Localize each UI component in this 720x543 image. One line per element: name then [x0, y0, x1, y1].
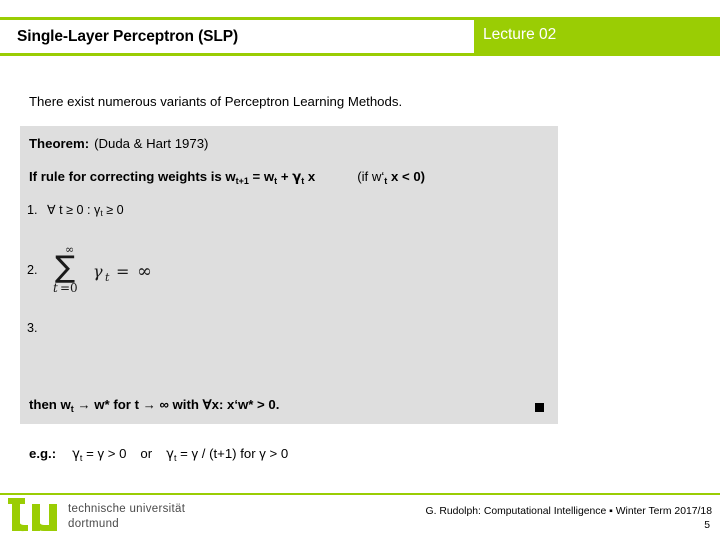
correction-rule-line: If rule for correcting weights is wt+1 =…: [29, 169, 426, 186]
rule-condition: (if w‘: [357, 169, 385, 184]
item-1-subscript: t: [100, 208, 103, 219]
rule-gamma-symbol: γ: [292, 170, 302, 185]
rule-subscript-t-b: t: [301, 175, 305, 186]
item-1-number: 1.: [27, 203, 38, 217]
theorem-item-1: 1. ∀ t ≥ 0 : γt ≥ 0: [27, 202, 124, 219]
logo-line-2: dortmund: [68, 518, 119, 530]
summation-formula-image: ∞ ∑ t =0 γ t = ∞: [47, 239, 197, 298]
footer-rule: [0, 493, 720, 495]
item-1-tail: ≥ 0: [102, 203, 124, 217]
example-line: e.g.: γt = γ > 0 or γt = γ / (t+1) for γ > …: [29, 446, 289, 463]
theorem-citation: (Duda & Hart 1973): [94, 136, 209, 151]
rule-subscript-t-a: t: [274, 175, 278, 186]
svg-text:∑: ∑: [55, 250, 75, 285]
example-second-gamma: γ: [166, 447, 174, 462]
theorem-item-3: 3.: [27, 321, 47, 335]
svg-text:∞: ∞: [137, 261, 152, 282]
theorem-heading: Theorem: (Duda & Hart 1973): [29, 136, 208, 151]
conclusion-pre: then w: [29, 397, 71, 412]
theorem-conclusion: then wt → w* for t → ∞ with ∀x: x‘w* > 0…: [29, 397, 280, 414]
svg-text:γ: γ: [93, 262, 103, 281]
tu-logo-wordmark: technische universität dortmund: [68, 502, 185, 532]
svg-text:t: t: [105, 271, 110, 284]
rule-condition-tail: x < 0): [387, 169, 426, 184]
logo-line-1: technische universität: [68, 503, 186, 515]
conclusion-subscript: t: [70, 403, 74, 414]
rule-plus: +: [277, 169, 293, 184]
lecture-label: Lecture 02: [483, 26, 557, 43]
example-first-tail: = γ > 0: [82, 446, 127, 461]
title-plate: Single-Layer Perceptron (SLP): [0, 20, 474, 53]
rule-x: x: [304, 169, 316, 184]
page-title: Single-Layer Perceptron (SLP): [17, 27, 239, 45]
item-1-text: ∀ t ≥ 0 : γ: [47, 203, 101, 217]
intro-text: There exist numerous variants of Percept…: [29, 94, 403, 109]
example-conjunction: or: [140, 446, 153, 461]
conclusion-post: → w* for t → ∞ with ∀x: x‘w* > 0.: [73, 397, 280, 412]
theorem-item-2: 2. ∞ ∑ t =0 γ t = ∞: [27, 241, 197, 300]
item-2-number: 2.: [27, 262, 38, 277]
footer-credit: G. Rudolph: Computational Intelligence ▪…: [425, 506, 712, 517]
example-second-tail: = γ / (t+1) for γ > 0: [176, 446, 289, 461]
svg-text:=: =: [116, 262, 129, 281]
item-3-number: 3.: [27, 321, 38, 335]
example-label: e.g.:: [29, 446, 57, 461]
svg-text:t: t: [53, 281, 58, 295]
theorem-box: Theorem: (Duda & Hart 1973) If rule for c…: [20, 126, 558, 424]
tu-dortmund-logo: technische universität dortmund: [8, 498, 185, 538]
rule-subscript-t-plus-1: t+1: [235, 175, 249, 186]
svg-text:=0: =0: [60, 281, 78, 295]
footer-page-number: 5: [704, 520, 710, 531]
qed-square-icon: [535, 403, 544, 412]
rule-text: If rule for correcting weights is w: [29, 169, 236, 184]
rule-condition-subscript: t: [384, 175, 388, 186]
rule-equals: = w: [248, 169, 275, 184]
tu-logo-mark-icon: [8, 498, 60, 538]
theorem-label: Theorem:: [29, 136, 90, 151]
example-first-gamma: γ: [72, 447, 80, 462]
header-rule-bottom: [0, 53, 720, 56]
